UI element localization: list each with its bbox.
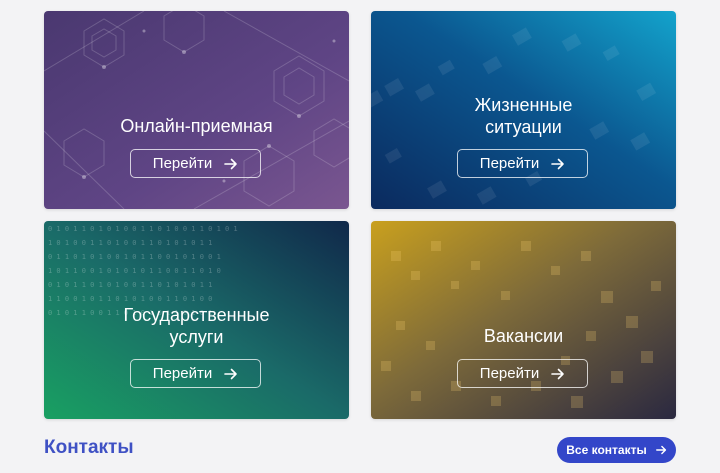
card-title-line: Жизненные xyxy=(474,95,573,115)
hexagon-pattern-background xyxy=(44,11,349,209)
card-title-line: Государственные xyxy=(123,305,270,325)
go-button[interactable]: Перейти xyxy=(457,359,588,388)
all-contacts-button[interactable]: Все контакты xyxy=(557,437,676,463)
card-title: Онлайн-приемная xyxy=(120,116,273,136)
svg-text:0 1 0 1 1 0 1 0 1 0 0 1: 0 1 0 1 1 0 1 0 1 0 0 1 1 0 1 0 0 1 1 0 … xyxy=(48,225,238,233)
button-label: Перейти xyxy=(479,155,540,172)
go-button[interactable]: Перейти xyxy=(130,359,261,388)
card-online-reception[interactable]: Онлайн-приемная Перейти xyxy=(44,11,349,209)
card-title-line: услуги xyxy=(169,327,224,347)
svg-text:0 1 1 0 1 0 1 0 0 1 0 1: 0 1 1 0 1 0 1 0 0 1 0 1 1 0 0 1 0 1 0 0 … xyxy=(48,253,221,261)
arrow-right-icon xyxy=(551,368,565,379)
card-title: Государственные услуги xyxy=(44,304,349,348)
svg-text:1 0 1 1 0 0 1 0 1 0 1 0 1: 1 0 1 1 0 0 1 0 1 0 1 0 1 1 0 0 1 1 0 1 … xyxy=(48,267,221,275)
arrow-right-icon xyxy=(224,158,238,169)
button-label: Перейти xyxy=(479,365,540,382)
card-title-line: ситуации xyxy=(485,117,562,137)
go-button[interactable]: Перейти xyxy=(457,149,588,178)
card-title: Вакансии xyxy=(483,326,564,346)
card-title: Жизненные ситуации xyxy=(371,94,676,138)
mosaic-pattern-background xyxy=(371,221,676,419)
svg-text:1 0 1 0 0 1 1 0 1 0 0: 1 0 1 0 0 1 1 0 1 0 0 1 1 0 1 0 1 0 1 1 xyxy=(48,239,212,247)
card-public-services[interactable]: 0 1 0 1 1 0 1 0 1 0 0 1 1 0 1 0 0 1 1 0 … xyxy=(44,221,349,419)
arrow-right-icon xyxy=(551,158,565,169)
card-life-situations[interactable]: Жизненные ситуации Перейти xyxy=(371,11,676,209)
button-label: Перейти xyxy=(152,365,213,382)
button-label: Перейти xyxy=(152,155,213,172)
go-button[interactable]: Перейти xyxy=(130,149,261,178)
svg-text:0 1 0 1 1 0 1 0 1 0 0 1: 0 1 0 1 1 0 1 0 1 0 0 1 1 0 1 0 1 0 1 1 xyxy=(48,281,212,289)
button-label: Все контакты xyxy=(566,443,647,457)
svg-text:1 1 0 0 1 0 1 1 0 1 0 1: 1 1 0 0 1 0 1 1 0 1 0 1 0 0 1 1 0 1 0 0 xyxy=(48,295,212,303)
contacts-heading: Контакты xyxy=(44,437,134,458)
card-vacancies[interactable]: Вакансии Перейти xyxy=(371,221,676,419)
arrow-right-icon xyxy=(655,445,666,455)
arrow-right-icon xyxy=(224,368,238,379)
